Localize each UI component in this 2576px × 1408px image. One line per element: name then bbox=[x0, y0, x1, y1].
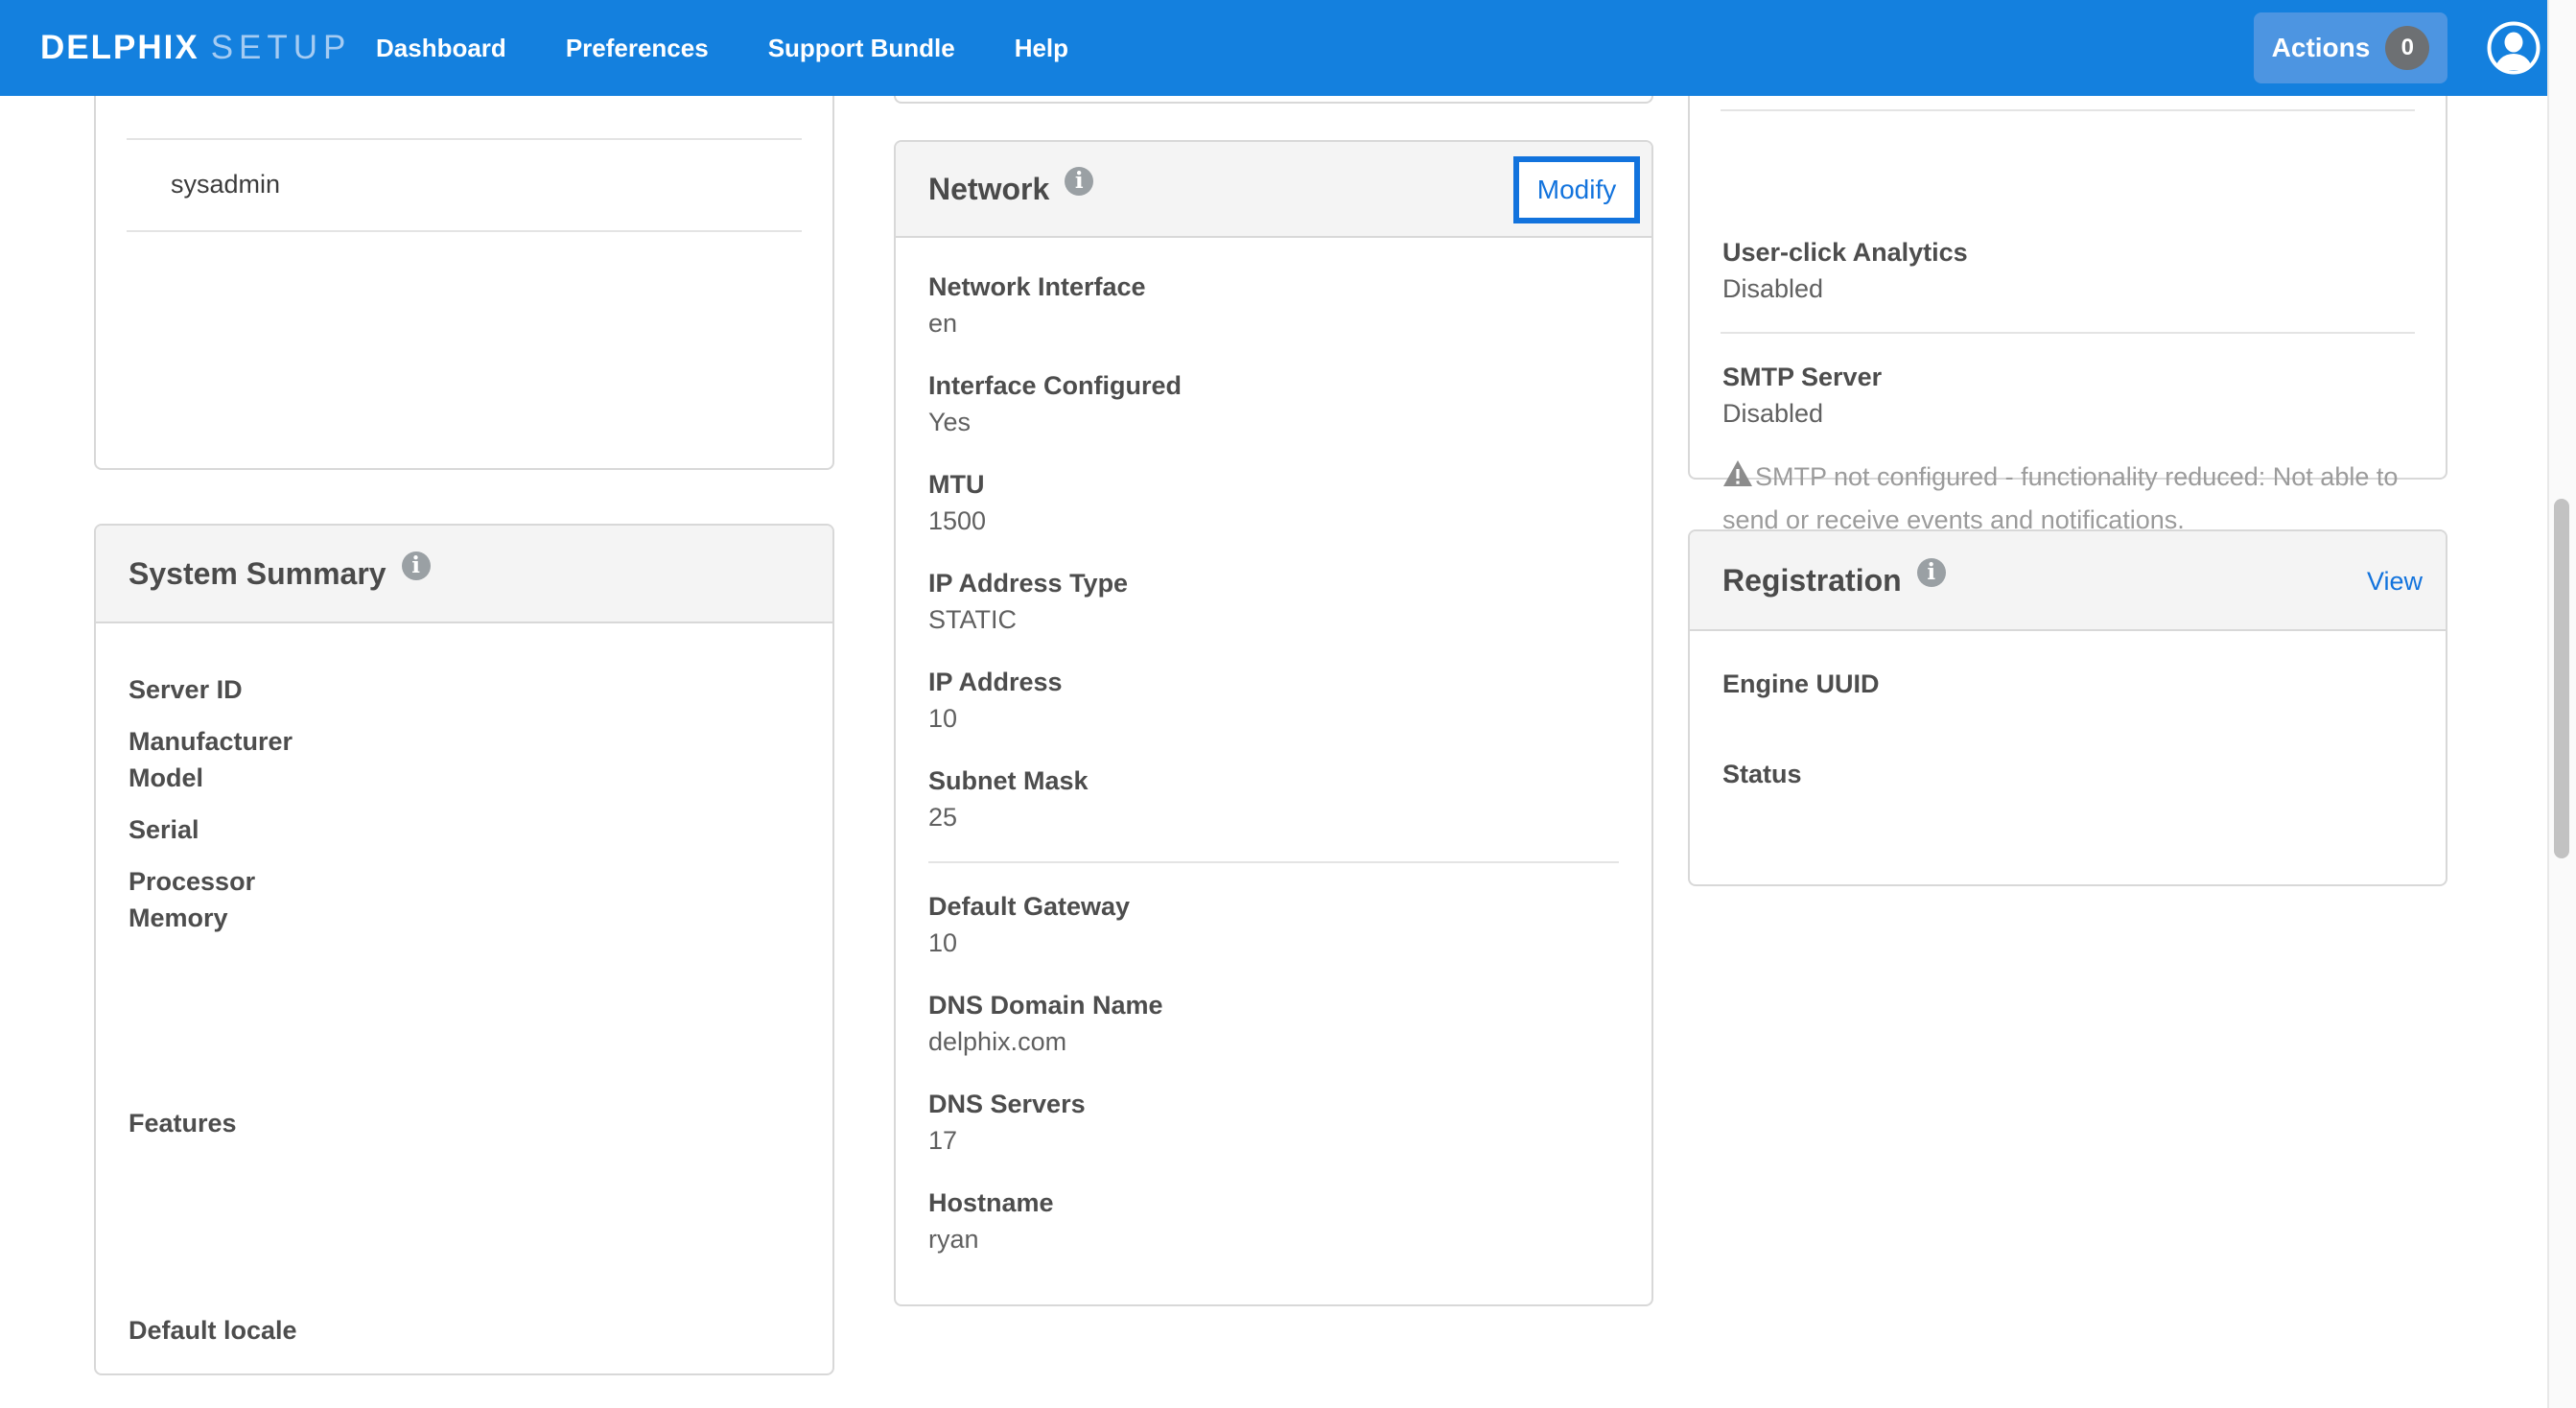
field-label: Interface Configured bbox=[928, 367, 1619, 404]
nav-preferences[interactable]: Preferences bbox=[566, 34, 709, 63]
network-card: Network Modify Network Interface en Inte… bbox=[894, 140, 1653, 1306]
scrollbar-thumb[interactable] bbox=[2554, 499, 2569, 858]
network-field: IP Address 10 bbox=[928, 664, 1619, 737]
delphix-setup-dashboard: DELPHIX SETUP Dashboard Preferences Supp… bbox=[0, 0, 2576, 1408]
network-field: Network Interface en bbox=[928, 269, 1619, 341]
system-summary-card: System Summary Server ID Manufacturer Mo… bbox=[94, 524, 834, 1375]
field-label: DNS Domain Name bbox=[928, 987, 1619, 1023]
system-summary-header: System Summary bbox=[96, 526, 832, 623]
smtp-warning-message: SMTP not configured - functionality redu… bbox=[1722, 457, 2417, 540]
field-value: Disabled bbox=[1722, 270, 2413, 307]
brand-logo: DELPHIX SETUP bbox=[40, 0, 351, 96]
field-label: User-click Analytics bbox=[1722, 234, 2413, 270]
network-field: Subnet Mask 25 bbox=[928, 763, 1619, 835]
info-icon[interactable] bbox=[402, 551, 431, 580]
field-value: 10 bbox=[928, 700, 1619, 737]
field-value: STATIC bbox=[928, 601, 1619, 638]
brand-primary: DELPHIX bbox=[40, 29, 199, 67]
system-summary-body: Server ID Manufacturer Model Serial Proc… bbox=[96, 623, 832, 1349]
user-avatar-icon[interactable] bbox=[2486, 20, 2541, 76]
card-bottom-sliver bbox=[894, 96, 1653, 104]
registration-header: Registration View bbox=[1690, 531, 2446, 631]
field-label: MTU bbox=[928, 466, 1619, 503]
system-summary-title: System Summary bbox=[129, 556, 386, 592]
field-label: Memory bbox=[129, 900, 800, 936]
field-label: IP Address bbox=[928, 664, 1619, 700]
field-label: Processor bbox=[129, 863, 800, 900]
field-label: Server ID bbox=[129, 671, 800, 708]
brand-secondary: SETUP bbox=[211, 29, 352, 67]
field-value: Disabled bbox=[1722, 395, 2413, 432]
field-label: Default Gateway bbox=[928, 888, 1619, 925]
session-card: sysadmin bbox=[94, 96, 834, 470]
network-field: Hostname ryan bbox=[928, 1185, 1619, 1257]
network-field: Default Gateway 10 bbox=[928, 888, 1619, 961]
field-value: delphix.com bbox=[928, 1023, 1619, 1060]
network-field: MTU 1500 bbox=[928, 466, 1619, 539]
info-icon[interactable] bbox=[1917, 558, 1946, 587]
field-value: Yes bbox=[928, 404, 1619, 440]
session-username: sysadmin bbox=[171, 165, 280, 203]
divider bbox=[1721, 109, 2415, 111]
field-label: Network Interface bbox=[928, 269, 1619, 305]
network-field: Interface Configured Yes bbox=[928, 367, 1619, 440]
warning-triangle-icon bbox=[1722, 459, 1753, 500]
top-nav-links: Dashboard Preferences Support Bundle Hel… bbox=[376, 0, 1068, 96]
field-value: 10 bbox=[928, 925, 1619, 961]
network-body: Network Interface en Interface Configure… bbox=[896, 238, 1651, 1257]
field-label: IP Address Type bbox=[928, 565, 1619, 601]
network-field: DNS Domain Name delphix.com bbox=[928, 987, 1619, 1060]
divider bbox=[127, 138, 802, 140]
field-label: Model bbox=[129, 760, 800, 796]
nav-dashboard[interactable]: Dashboard bbox=[376, 34, 506, 63]
field-label: DNS Servers bbox=[928, 1086, 1619, 1122]
actions-button-label: Actions bbox=[2272, 33, 2371, 63]
field-label: Engine UUID bbox=[1722, 666, 2413, 702]
field-label: Serial bbox=[129, 811, 800, 848]
top-navigation-bar: DELPHIX SETUP Dashboard Preferences Supp… bbox=[0, 0, 2576, 96]
modify-button[interactable]: Modify bbox=[1513, 156, 1640, 223]
warning-text: SMTP not configured - functionality redu… bbox=[1722, 462, 2398, 534]
field-value: 17 bbox=[928, 1122, 1619, 1159]
field-value: ryan bbox=[928, 1221, 1619, 1257]
divider bbox=[127, 230, 802, 232]
registration-title: Registration bbox=[1722, 563, 1902, 598]
field-label: Hostname bbox=[928, 1185, 1619, 1221]
field-label: Default locale bbox=[129, 1312, 800, 1349]
nav-help[interactable]: Help bbox=[1015, 34, 1068, 63]
field-label: Status bbox=[1722, 756, 2413, 792]
status-field: User-click Analytics Disabled bbox=[1722, 234, 2413, 307]
info-icon[interactable] bbox=[1065, 167, 1093, 196]
field-label: Manufacturer bbox=[129, 723, 800, 760]
network-field: DNS Servers 17 bbox=[928, 1086, 1619, 1159]
registration-card: Registration View Engine UUID Status bbox=[1688, 529, 2447, 886]
actions-count-badge: 0 bbox=[2385, 26, 2429, 70]
field-value: en bbox=[928, 305, 1619, 341]
actions-button[interactable]: Actions 0 bbox=[2254, 12, 2447, 83]
field-value: 25 bbox=[928, 799, 1619, 835]
field-label: Features bbox=[129, 1105, 800, 1141]
divider bbox=[1721, 332, 2415, 334]
network-title: Network bbox=[928, 172, 1049, 207]
status-field: SMTP Server Disabled bbox=[1722, 359, 2413, 432]
field-label: SMTP Server bbox=[1722, 359, 2413, 395]
network-header: Network Modify bbox=[896, 142, 1651, 238]
status-card: User-click Analytics Disabled SMTP Serve… bbox=[1688, 96, 2447, 480]
field-label: Subnet Mask bbox=[928, 763, 1619, 799]
divider bbox=[928, 861, 1619, 863]
scrollbar-track[interactable] bbox=[2547, 0, 2576, 1408]
view-link[interactable]: View bbox=[2367, 531, 2423, 631]
network-field: IP Address Type STATIC bbox=[928, 565, 1619, 638]
nav-support-bundle[interactable]: Support Bundle bbox=[768, 34, 955, 63]
registration-body: Engine UUID Status bbox=[1690, 631, 2446, 792]
field-value: 1500 bbox=[928, 503, 1619, 539]
